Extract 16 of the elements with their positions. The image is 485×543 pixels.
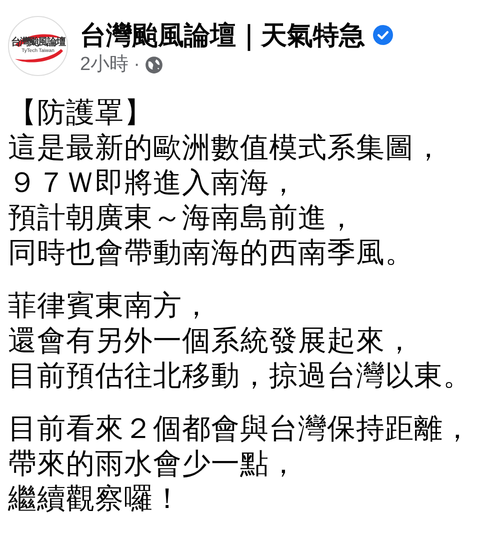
- separator: ·: [134, 53, 140, 77]
- post-text-line: 目前預估往北移動，掠過台灣以東。: [8, 359, 473, 394]
- post-text-line: 這是最新的歐洲數值模式系集圖，: [8, 131, 444, 166]
- post-time[interactable]: 2小時: [80, 52, 129, 78]
- post-text-line: 目前看來２個都會與台灣保持距離，: [8, 412, 473, 447]
- swoosh-icon: [13, 31, 65, 65]
- post-text-line: 【防護罩】: [8, 96, 154, 131]
- post-text-line: ９７Ｗ即將進入南海，: [8, 166, 299, 201]
- post-text-line: 繼續觀察囉！: [8, 482, 183, 517]
- post-text-line: 預計朝廣東～海南島前進，: [8, 201, 357, 236]
- post-text-line: 還會有另外一個系統發展起來，: [8, 324, 415, 359]
- post-text-line: 菲律賓東南方，: [8, 289, 212, 324]
- author-name[interactable]: 台灣颱風論壇｜天氣特急: [80, 18, 365, 52]
- globe-icon: [144, 56, 163, 74]
- post-text-line: 同時也會帶動南海的西南季風。: [8, 236, 415, 271]
- post-text-line: 帶來的雨水會少一點，: [8, 447, 299, 482]
